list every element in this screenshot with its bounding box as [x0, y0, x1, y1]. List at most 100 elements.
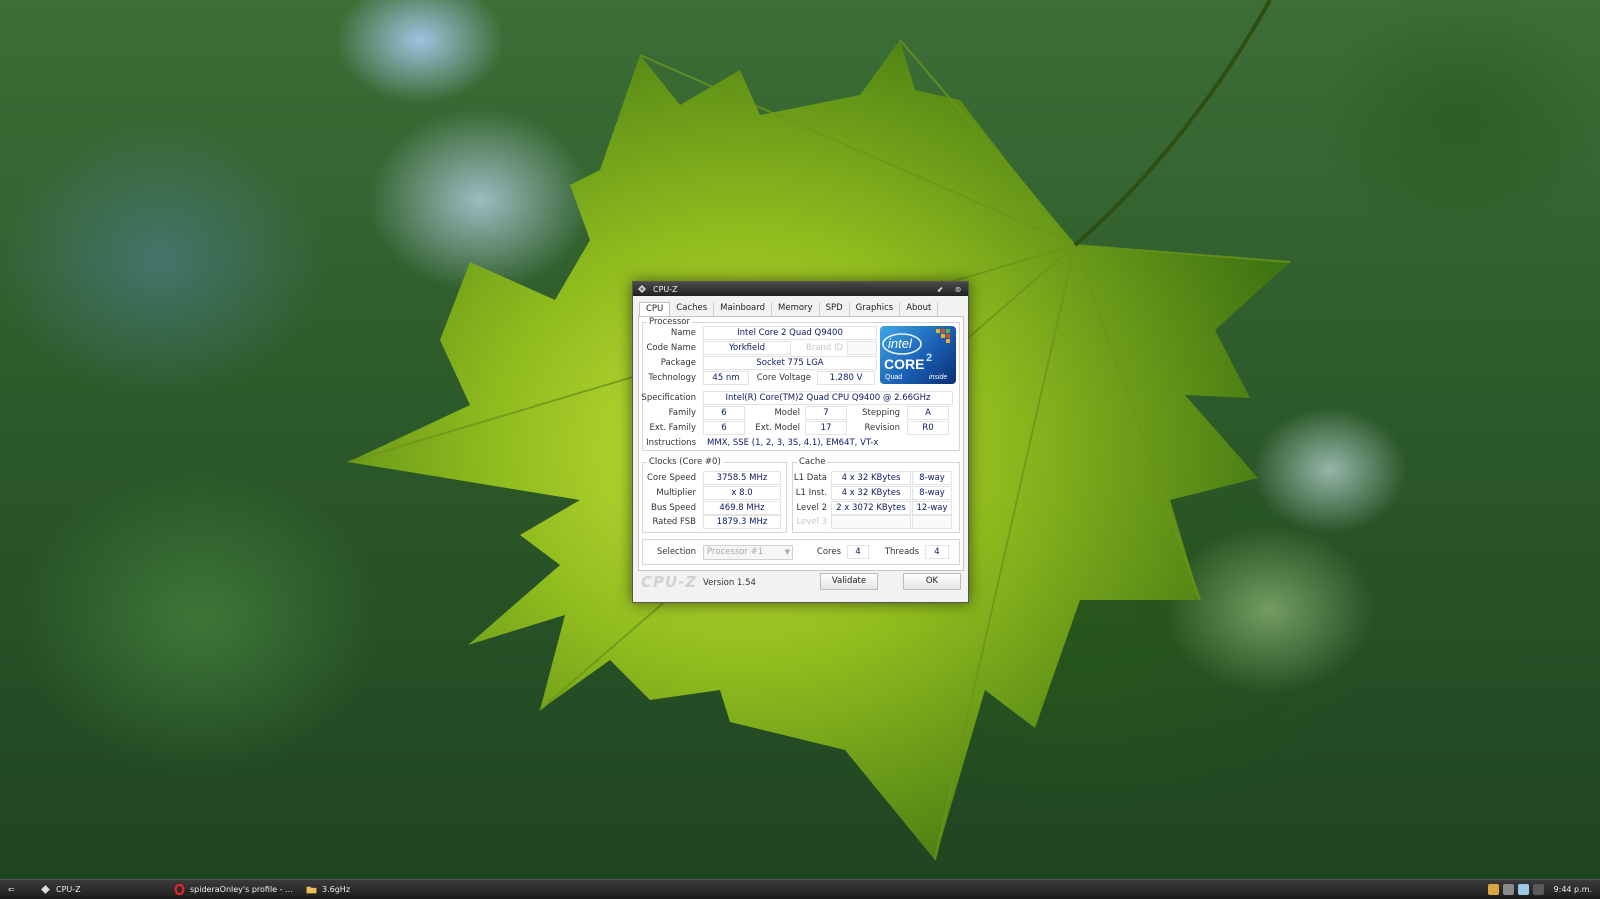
version-text: Version 1.54 — [703, 578, 756, 588]
processor-select-value: Processor #1 — [707, 547, 764, 557]
taskbar-item-cpuz[interactable]: CPU-Z — [40, 883, 81, 896]
spec-value: Intel(R) Core(TM)2 Quad CPU Q9400 @ 2.66… — [703, 391, 953, 405]
window-footer: CPU-Z Version 1.54 Validate OK — [633, 571, 968, 593]
cpuz-app-icon — [638, 285, 646, 293]
l3-value — [831, 515, 911, 529]
selection-label: Selection — [656, 547, 696, 557]
l1i-label: L1 Inst. — [795, 488, 827, 498]
extfamily-value: 6 — [703, 421, 745, 435]
voltage-label: Core Voltage — [756, 373, 811, 383]
technology-value: 45 nm — [703, 371, 749, 385]
extmodel-value: 17 — [805, 421, 847, 435]
l3-way-value — [912, 515, 952, 529]
l3-label: Level 3 — [796, 517, 827, 527]
cpuz-window: CPU-Z ⬋ ⊗ CPU Caches Mainboard Memory SP… — [632, 281, 969, 603]
tab-mainboard[interactable]: Mainboard — [714, 302, 773, 316]
cpu-tab-panel: Processor Name Intel Core 2 Quad Q9400 C… — [638, 316, 964, 571]
cpuz-icon — [41, 885, 50, 894]
start-button[interactable]: ⇐ — [8, 883, 15, 896]
processor-legend: Processor — [649, 317, 690, 327]
taskbar-item-label: CPU-Z — [56, 885, 81, 894]
start-icon: ⇐ — [8, 885, 15, 894]
window-title: CPU-Z — [653, 284, 678, 294]
minimize-button[interactable]: ⬋ — [934, 285, 946, 294]
taskbar-item-label: spideraOnley's profile - ... — [190, 885, 293, 894]
logo-variant: Quad — [885, 374, 902, 381]
taskbar-item-folder[interactable]: 3.6gHz — [306, 883, 350, 896]
folder-icon — [306, 886, 317, 894]
multiplier-value: x 8.0 — [703, 486, 781, 500]
threads-label: Threads — [884, 547, 919, 557]
corespeed-label: Core Speed — [646, 473, 696, 483]
voltage-value: 1.280 V — [817, 371, 875, 385]
name-label: Name — [670, 328, 696, 338]
cores-value: 4 — [847, 545, 869, 559]
package-value: Socket 775 LGA — [703, 356, 877, 370]
instructions-label: Instructions — [646, 438, 696, 448]
cache-legend: Cache — [799, 457, 826, 467]
title-bar[interactable]: CPU-Z ⬋ ⊗ — [633, 282, 968, 296]
l2-label: Level 2 — [796, 503, 827, 513]
processor-select[interactable]: Processor #1 ▼ — [703, 545, 793, 560]
extmodel-label: Ext. Model — [755, 423, 800, 433]
intel-logo-icon: intel CORE 2 Quad inside — [882, 329, 950, 381]
l1d-way-value: 8-way — [912, 471, 952, 485]
name-value: Intel Core 2 Quad Q9400 — [703, 326, 877, 340]
l1d-label: L1 Data — [793, 473, 827, 483]
close-button[interactable]: ⊗ — [952, 285, 964, 294]
tray-volume-icon[interactable] — [1517, 884, 1529, 895]
fsb-value: 1879.3 MHz — [703, 515, 781, 529]
model-label: Model — [774, 408, 800, 418]
system-tray: 9:44 p.m. — [1487, 880, 1600, 899]
tray-app-icon[interactable] — [1487, 884, 1499, 895]
instructions-value: MMX, SSE (1, 2, 3, 3S, 4.1), EM64T, VT-x — [703, 436, 953, 450]
family-label: Family — [668, 408, 696, 418]
spec-label: Specification — [641, 393, 696, 403]
package-label: Package — [660, 358, 696, 368]
tab-spd[interactable]: SPD — [820, 302, 850, 316]
intel-core2-quad-logo: intel CORE 2 Quad inside — [880, 326, 956, 384]
l2-value: 2 x 3072 KBytes — [831, 501, 911, 515]
tab-cpu[interactable]: CPU — [639, 302, 671, 317]
l2-way-value: 12-way — [912, 501, 952, 515]
logo-brand: intel — [888, 336, 913, 351]
taskbar: ⇐ CPU-Z spideraOnley's profile - ... 3.6… — [0, 879, 1600, 899]
opera-icon — [174, 884, 185, 895]
l1d-value: 4 x 32 KBytes — [831, 471, 911, 485]
tray-network-icon[interactable] — [1502, 884, 1514, 895]
tab-graphics[interactable]: Graphics — [850, 302, 901, 316]
logo-tagline: inside — [929, 374, 947, 381]
corespeed-value: 3758.5 MHz — [703, 471, 781, 485]
fsb-label: Rated FSB — [652, 517, 696, 527]
threads-value: 4 — [925, 545, 949, 559]
cpuz-watermark: CPU-Z — [641, 573, 698, 591]
clocks-legend: Clocks (Core #0) — [649, 457, 721, 467]
l1i-value: 4 x 32 KBytes — [831, 486, 911, 500]
tray-misc-icon[interactable] — [1532, 884, 1544, 895]
family-value: 6 — [703, 406, 745, 420]
taskbar-clock[interactable]: 9:44 p.m. — [1554, 885, 1592, 894]
busspeed-label: Bus Speed — [651, 503, 696, 513]
l1i-way-value: 8-way — [912, 486, 952, 500]
taskbar-item-opera[interactable]: spideraOnley's profile - ... — [174, 883, 293, 896]
brandid-value — [847, 341, 877, 355]
cores-label: Cores — [816, 547, 841, 557]
technology-label: Technology — [648, 373, 696, 383]
codename-label: Code Name — [646, 343, 696, 353]
chevron-down-icon: ▼ — [784, 548, 790, 556]
taskbar-item-label: 3.6gHz — [322, 885, 351, 894]
tab-memory[interactable]: Memory — [772, 302, 820, 316]
tab-about[interactable]: About — [900, 302, 939, 316]
ok-button[interactable]: OK — [903, 573, 961, 590]
logo-tier: 2 — [926, 352, 932, 364]
stepping-label: Stepping — [862, 408, 900, 418]
revision-label: Revision — [864, 423, 900, 433]
model-value: 7 — [805, 406, 847, 420]
tab-caches[interactable]: Caches — [670, 302, 715, 316]
logo-product: CORE — [884, 356, 924, 372]
stepping-value: A — [907, 406, 949, 420]
revision-value: R0 — [907, 421, 949, 435]
multiplier-label: Multiplier — [656, 488, 696, 498]
busspeed-value: 469.8 MHz — [703, 501, 781, 515]
validate-button[interactable]: Validate — [820, 573, 878, 590]
